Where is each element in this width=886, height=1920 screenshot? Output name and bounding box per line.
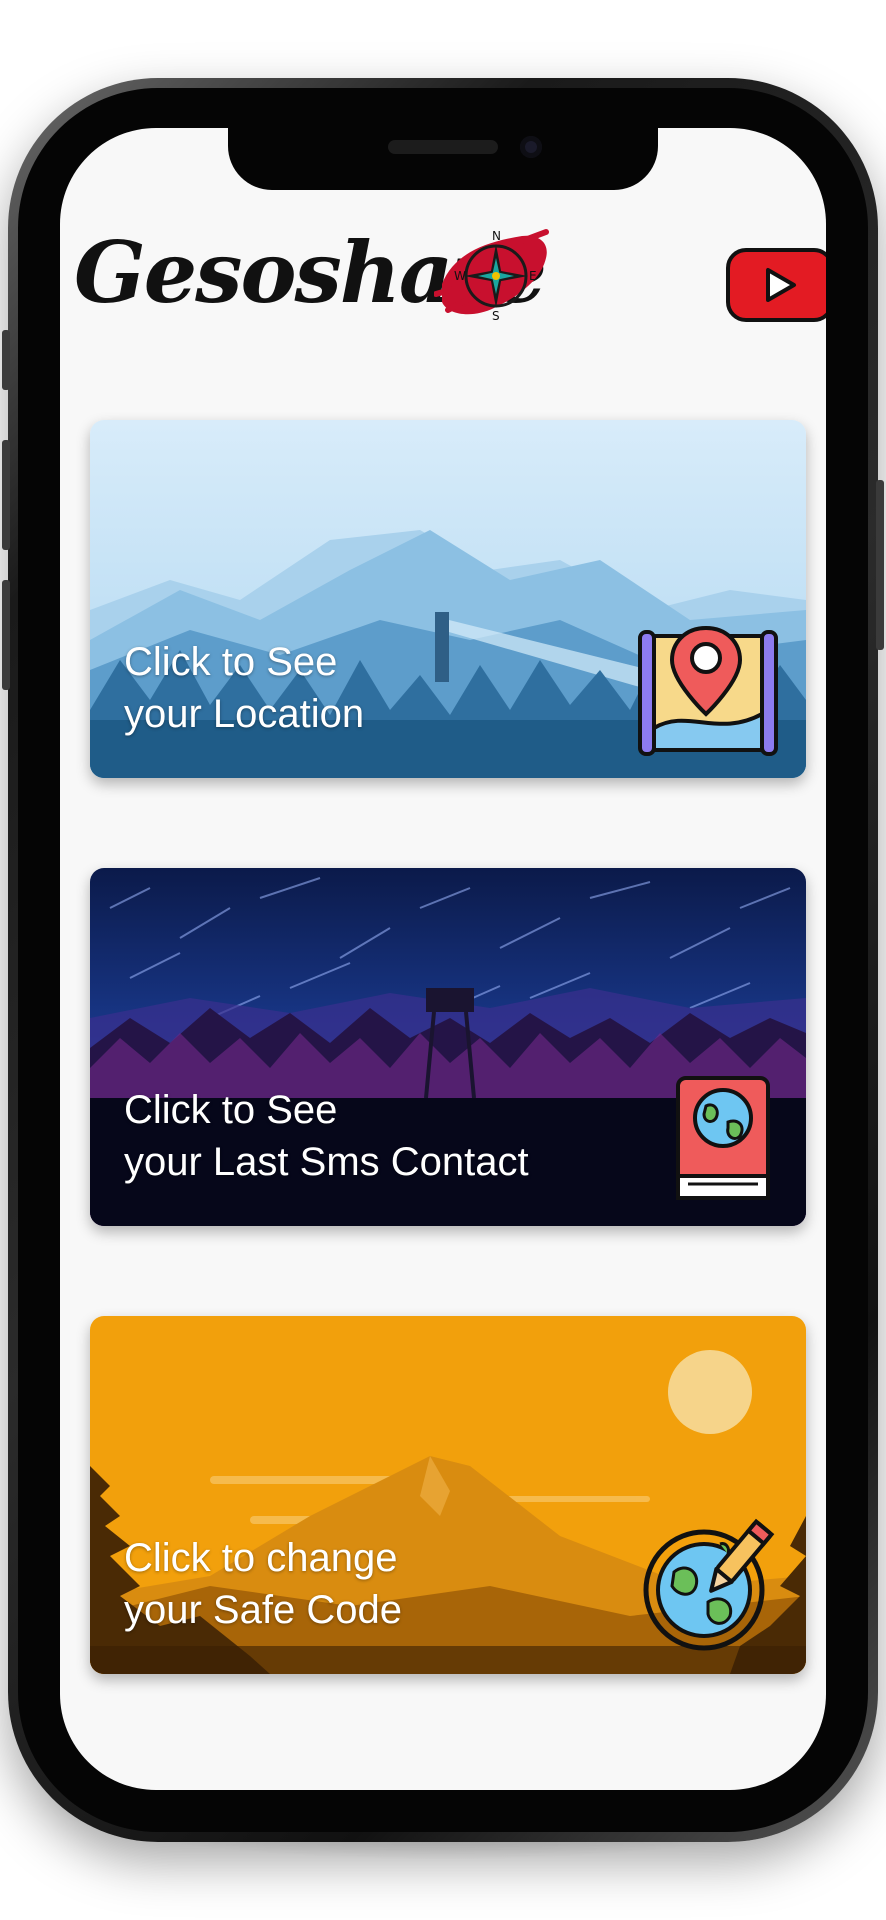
globe-pencil-icon xyxy=(643,1518,775,1651)
volume-down-button xyxy=(2,580,10,690)
location-card[interactable]: Click to See your Location xyxy=(90,420,806,778)
location-card-line1: Click to See xyxy=(124,640,338,684)
mute-switch xyxy=(2,330,10,390)
location-card-label: Click to See your Location xyxy=(124,636,644,740)
app-logo: Gesoshare N E S W xyxy=(74,218,549,328)
earpiece-speaker xyxy=(388,140,498,154)
sms-contact-card-line2: your Last Sms Contact xyxy=(124,1140,529,1184)
sms-contact-card-line1: Click to See xyxy=(124,1088,338,1132)
location-card-line2: your Location xyxy=(124,692,365,736)
volume-up-button xyxy=(2,440,10,550)
power-button xyxy=(876,480,884,650)
compass-e: E xyxy=(529,269,537,283)
sms-contact-card[interactable]: Click to See your Last Sms Contact xyxy=(90,868,806,1226)
safe-code-card-label: Click to change your Safe Code xyxy=(124,1532,644,1636)
map-pin-icon xyxy=(638,625,778,756)
safe-code-card[interactable]: Click to change your Safe Code xyxy=(90,1316,806,1674)
sms-contact-card-label: Click to See your Last Sms Contact xyxy=(124,1084,644,1188)
youtube-icon[interactable] xyxy=(724,246,826,324)
safe-code-card-line1: Click to change xyxy=(124,1536,398,1580)
compass-n: N xyxy=(492,229,501,243)
front-camera xyxy=(520,136,542,158)
compass-w: W xyxy=(454,269,466,283)
safe-code-card-line2: your Safe Code xyxy=(124,1588,402,1632)
compass-icon: N E S W xyxy=(434,229,549,323)
notch xyxy=(228,128,658,190)
app-screen: Gesoshare N E S W Click to See your Loca… xyxy=(60,128,826,1790)
compass-s: S xyxy=(492,309,500,323)
contact-book-globe-icon xyxy=(676,1076,770,1200)
